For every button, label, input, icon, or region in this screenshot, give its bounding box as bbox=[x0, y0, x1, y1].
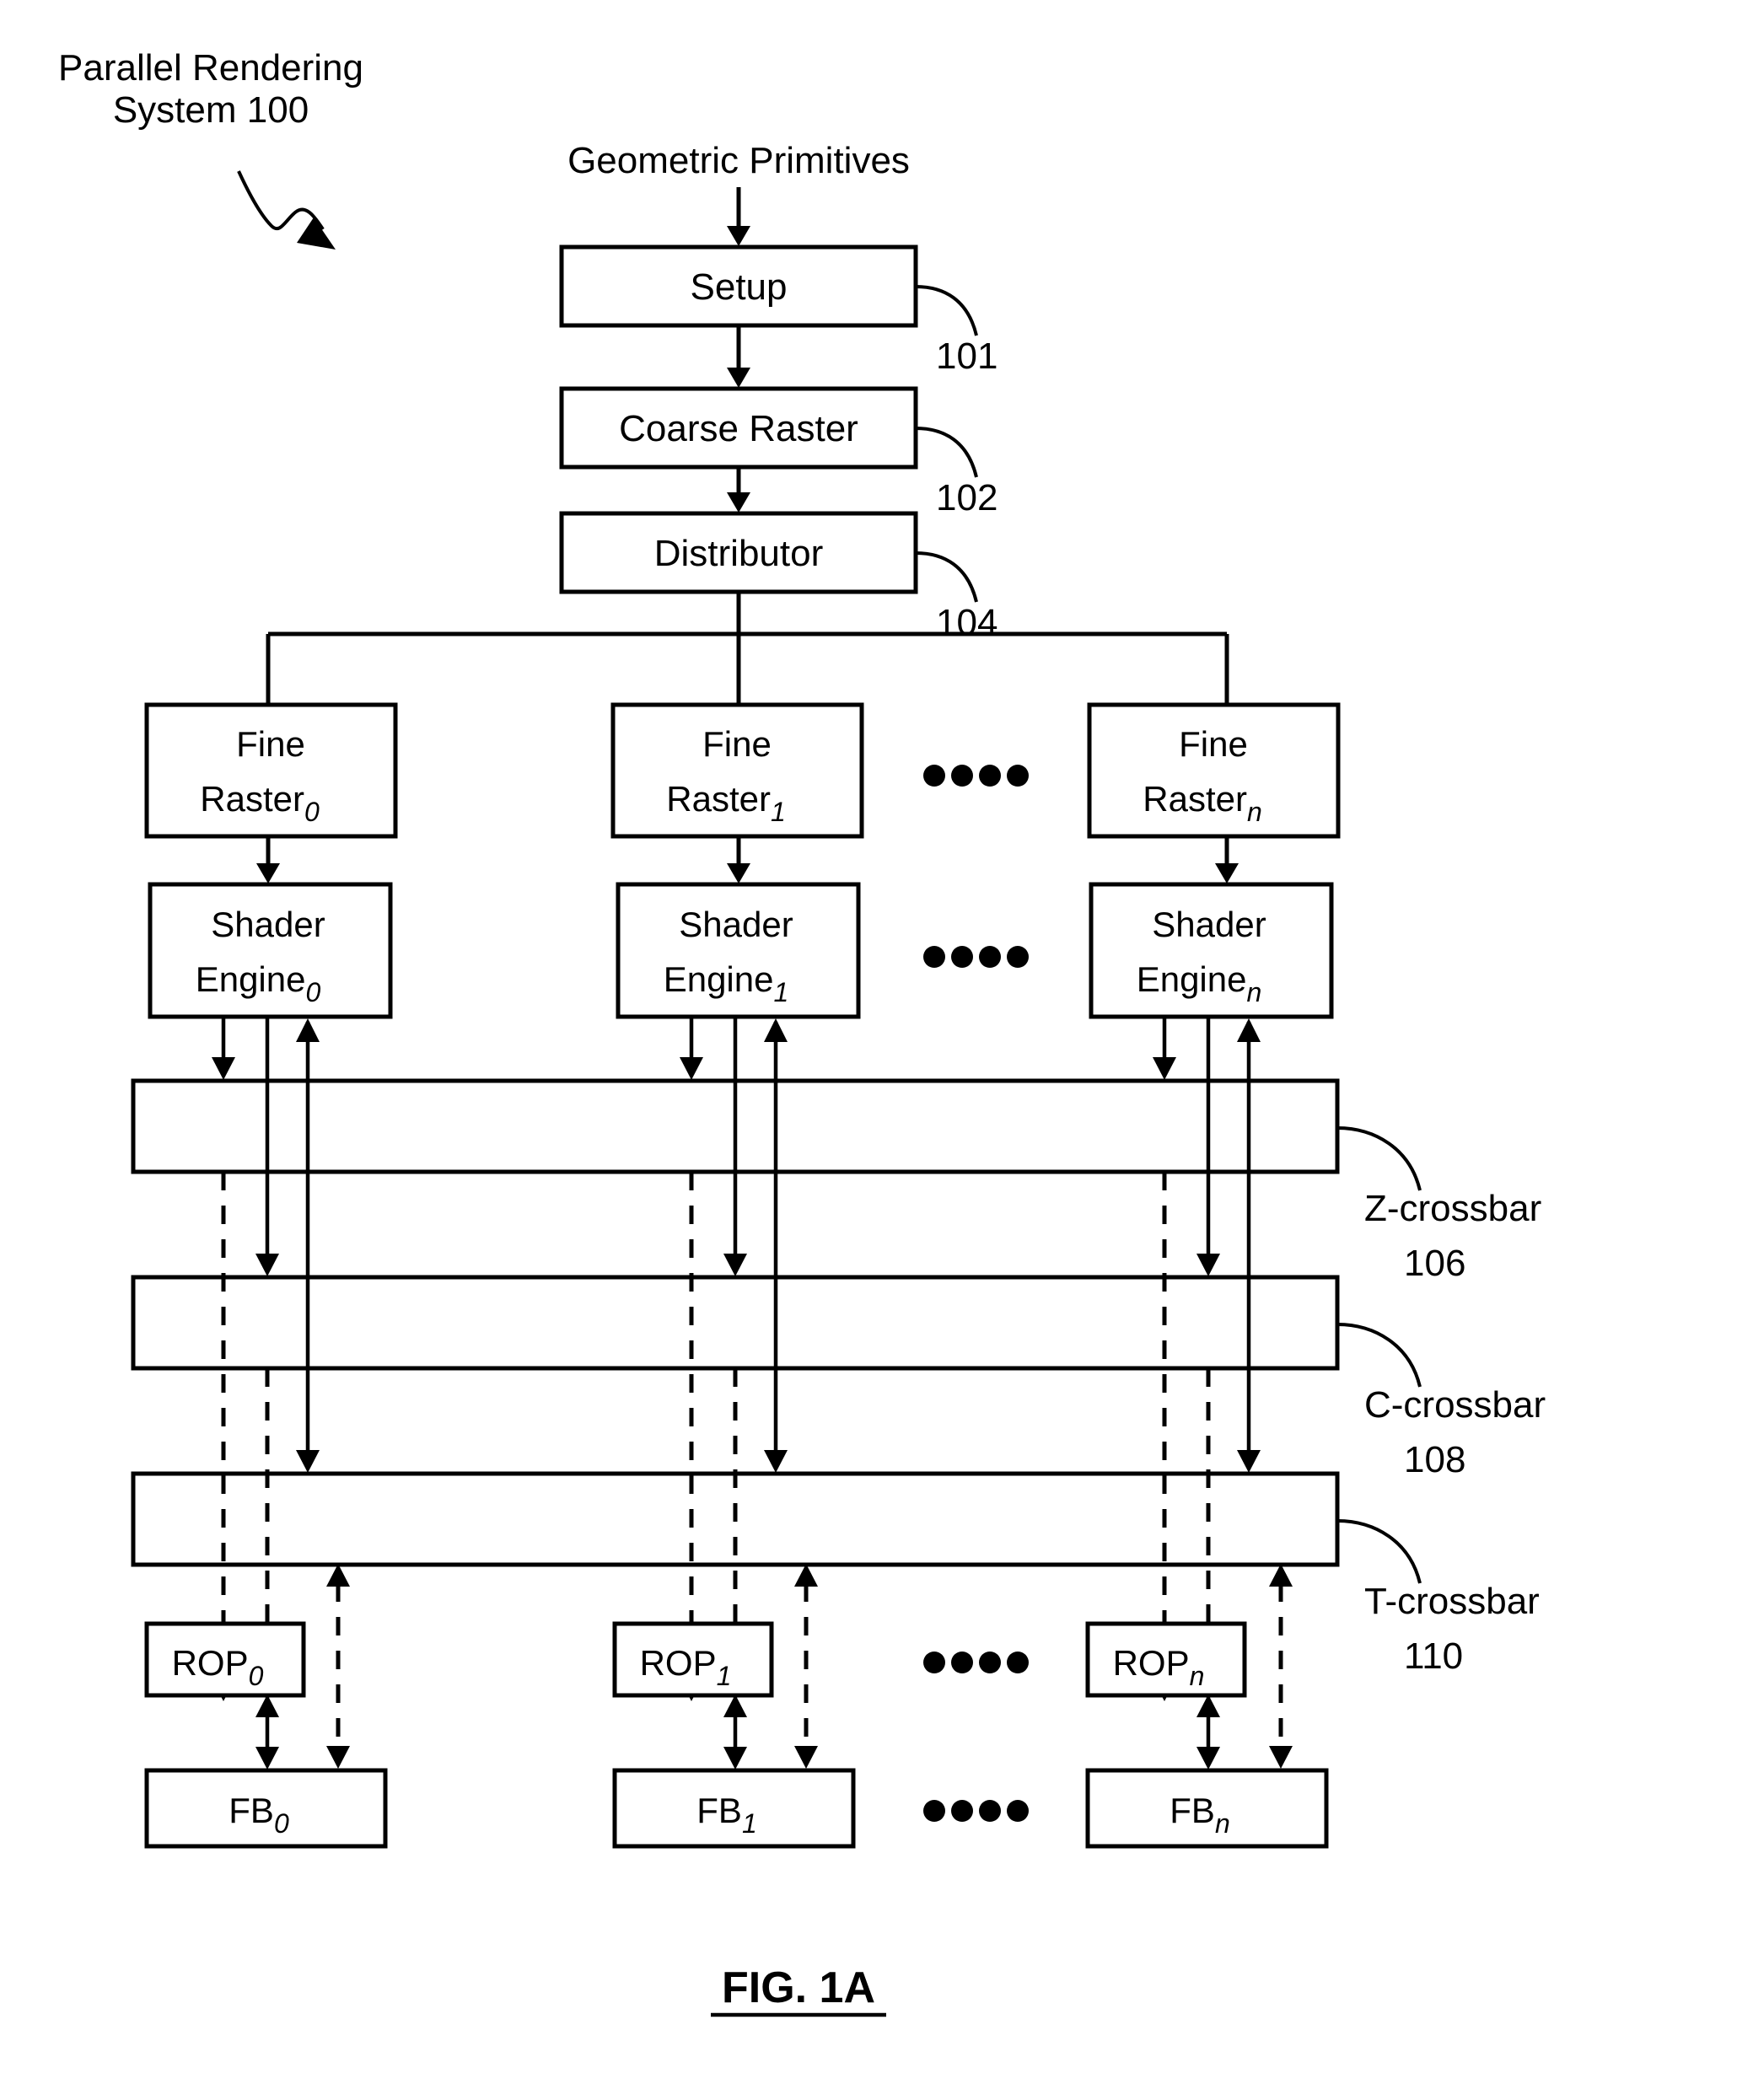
coln-t-to-fb-down-arrowhead bbox=[1269, 1746, 1293, 1769]
t-crossbar-ref-number: 110 bbox=[1404, 1635, 1463, 1677]
fine-raster-1-label-line1: Fine bbox=[702, 724, 772, 764]
distributor-label: Distributor bbox=[654, 533, 824, 574]
c-crossbar-bar[interactable] bbox=[131, 1275, 1340, 1371]
fine-raster-row-ellipsis-icon bbox=[923, 765, 1029, 787]
setup-label: Setup bbox=[691, 266, 788, 308]
distributor-ref-number: 104 bbox=[936, 602, 997, 643]
shader-engine-row-ellipsis-icon bbox=[923, 946, 1029, 968]
coln-rop-fb-down-arrowhead bbox=[1196, 1747, 1220, 1770]
col0-c-write-arrowhead bbox=[255, 1254, 279, 1276]
col1-z-write-arrowhead bbox=[680, 1057, 703, 1080]
rop-row-ellipsis-icon bbox=[923, 1652, 1029, 1673]
fine-raster-n-to-shader-arrowhead bbox=[1215, 863, 1239, 884]
figure-caption: FIG. 1A bbox=[722, 1963, 875, 2012]
geometric-primitives-label: Geometric Primitives bbox=[567, 140, 910, 181]
distributor-ref-leader bbox=[915, 551, 978, 603]
z-crossbar-leader bbox=[1336, 1126, 1422, 1191]
coln-t-to-fb-up-arrowhead bbox=[1269, 1564, 1293, 1587]
col1-t-bidir-down-arrowhead bbox=[764, 1450, 788, 1473]
shader-engine-0-label-line1: Shader bbox=[211, 905, 325, 944]
fine-raster-n-label-line1: Fine bbox=[1179, 724, 1248, 764]
shader-engine-n-label-line1: Shader bbox=[1152, 905, 1266, 944]
c-crossbar-ref-number: 108 bbox=[1404, 1439, 1465, 1480]
col1-t-to-fb-up-arrowhead bbox=[794, 1564, 818, 1587]
shader-engine-1-label-line1: Shader bbox=[679, 905, 793, 944]
z-crossbar-label: Z-crossbar bbox=[1364, 1188, 1541, 1229]
col0-t-bidir-down-arrowhead bbox=[296, 1450, 320, 1473]
fine-raster-0-label-line1: Fine bbox=[236, 724, 305, 764]
fb-row-ellipsis-icon bbox=[923, 1800, 1029, 1822]
system-title-leader bbox=[237, 170, 325, 231]
col0-rop-fb-up-arrowhead bbox=[255, 1695, 279, 1717]
coln-c-write-arrowhead bbox=[1196, 1254, 1220, 1276]
coarse-raster-label: Coarse Raster bbox=[619, 408, 858, 449]
coln-z-write-arrowhead bbox=[1153, 1057, 1176, 1080]
patent-figure-1a: Parallel Rendering System 100 Geometric … bbox=[0, 0, 1753, 2100]
t-crossbar-leader bbox=[1336, 1519, 1422, 1584]
c-crossbar-leader bbox=[1336, 1323, 1422, 1388]
col0-rop-fb-down-arrowhead bbox=[255, 1747, 279, 1770]
input-arrowhead bbox=[727, 226, 750, 246]
col0-z-write-arrowhead bbox=[212, 1057, 235, 1080]
coln-rop-fb-up-arrowhead bbox=[1196, 1695, 1220, 1717]
col0-t-to-fb-up-arrowhead bbox=[326, 1564, 350, 1587]
col1-t-bidir-up-arrowhead bbox=[764, 1018, 788, 1042]
col0-t-to-fb-down-arrowhead bbox=[326, 1746, 350, 1769]
coln-t-bidir-up-arrowhead bbox=[1237, 1018, 1261, 1042]
setup-ref-leader bbox=[915, 285, 978, 336]
system-title-line1: Parallel Rendering bbox=[58, 47, 363, 89]
system-title-arrowhead bbox=[297, 218, 336, 250]
diagram-canvas: Parallel Rendering System 100 Geometric … bbox=[58, 47, 1546, 2017]
t-crossbar-label: T-crossbar bbox=[1364, 1581, 1540, 1622]
col1-rop-fb-down-arrowhead bbox=[723, 1747, 747, 1770]
col1-t-to-fb-down-arrowhead bbox=[794, 1746, 818, 1769]
system-title-line2: System 100 bbox=[113, 89, 309, 131]
col1-rop-fb-up-arrowhead bbox=[723, 1695, 747, 1717]
z-crossbar-ref-number: 106 bbox=[1404, 1243, 1465, 1284]
fine-raster-1-to-shader-arrowhead bbox=[727, 863, 750, 884]
coarse-raster-ref-number: 102 bbox=[936, 477, 997, 518]
c-crossbar-label: C-crossbar bbox=[1364, 1384, 1546, 1426]
setup-to-coarse-arrowhead bbox=[727, 368, 750, 388]
coln-t-bidir-down-arrowhead bbox=[1237, 1450, 1261, 1473]
coarse-to-distributor-arrowhead bbox=[727, 492, 750, 513]
setup-ref-number: 101 bbox=[936, 336, 997, 377]
fine-raster-0-to-shader-arrowhead bbox=[256, 863, 280, 884]
coarse-raster-ref-leader bbox=[915, 427, 978, 478]
col1-c-write-arrowhead bbox=[723, 1254, 747, 1276]
col0-t-bidir-up-arrowhead bbox=[296, 1018, 320, 1042]
